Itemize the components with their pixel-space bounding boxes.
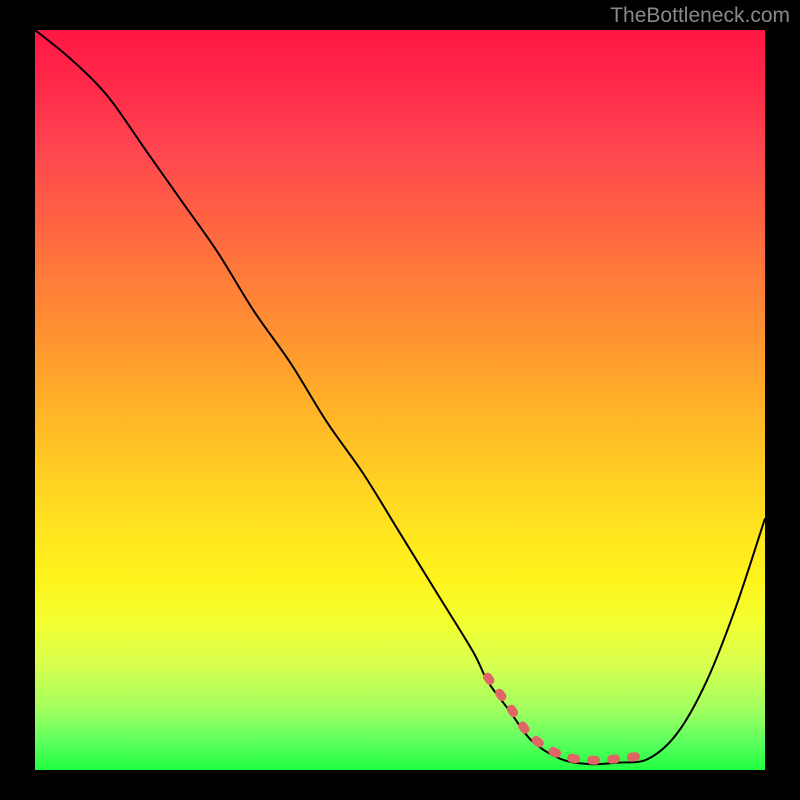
chart-container: TheBottleneck.com — [0, 0, 800, 800]
optimal-zone-markers — [488, 677, 649, 760]
plot-area — [35, 30, 765, 770]
curve-svg — [35, 30, 765, 770]
watermark-text: TheBottleneck.com — [610, 4, 790, 28]
bottleneck-curve-line — [35, 30, 765, 764]
